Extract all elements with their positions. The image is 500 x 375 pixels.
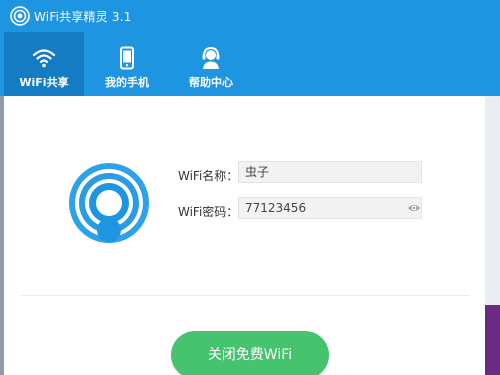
nav-item-wifi-share[interactable]: WiFi共享 [4,32,84,96]
nav-item-label: 帮助中心 [189,76,233,89]
nav-item-help-center[interactable]: 帮助中心 [171,32,251,96]
nav-item-label: WiFi共享 [19,76,69,89]
phone-icon [120,46,134,70]
app-logo-icon [10,6,30,26]
nav-item-my-phone[interactable]: 我的手机 [87,32,167,96]
app-title: WiFi共享精灵 3.1 [34,10,132,24]
side-strip [485,96,500,375]
app-window: WiFi共享精灵 3.1 WiFi共享 我的手机 帮助中心 WiFi名称： 虫子… [0,0,500,375]
support-agent-icon [202,46,220,69]
eye-icon[interactable] [407,201,421,215]
side-strip-accent [485,305,500,375]
window-left-edge [0,96,4,375]
close-free-wifi-button[interactable]: 关闭免费WiFi [171,331,329,375]
nav-bar: WiFi共享 我的手机 帮助中心 [0,32,500,96]
wifi-password-field[interactable]: 77123456 [238,197,422,219]
nav-item-label: 我的手机 [105,76,149,89]
wifi-icon [32,49,56,68]
wifi-password-label: WiFi密码： [178,205,239,219]
divider [20,295,470,296]
title-bar: WiFi共享精灵 3.1 [0,0,500,32]
wifi-name-label: WiFi名称： [178,169,239,183]
wifi-name-field[interactable]: 虫子 [238,161,422,183]
wifi-share-logo-icon [69,163,149,243]
